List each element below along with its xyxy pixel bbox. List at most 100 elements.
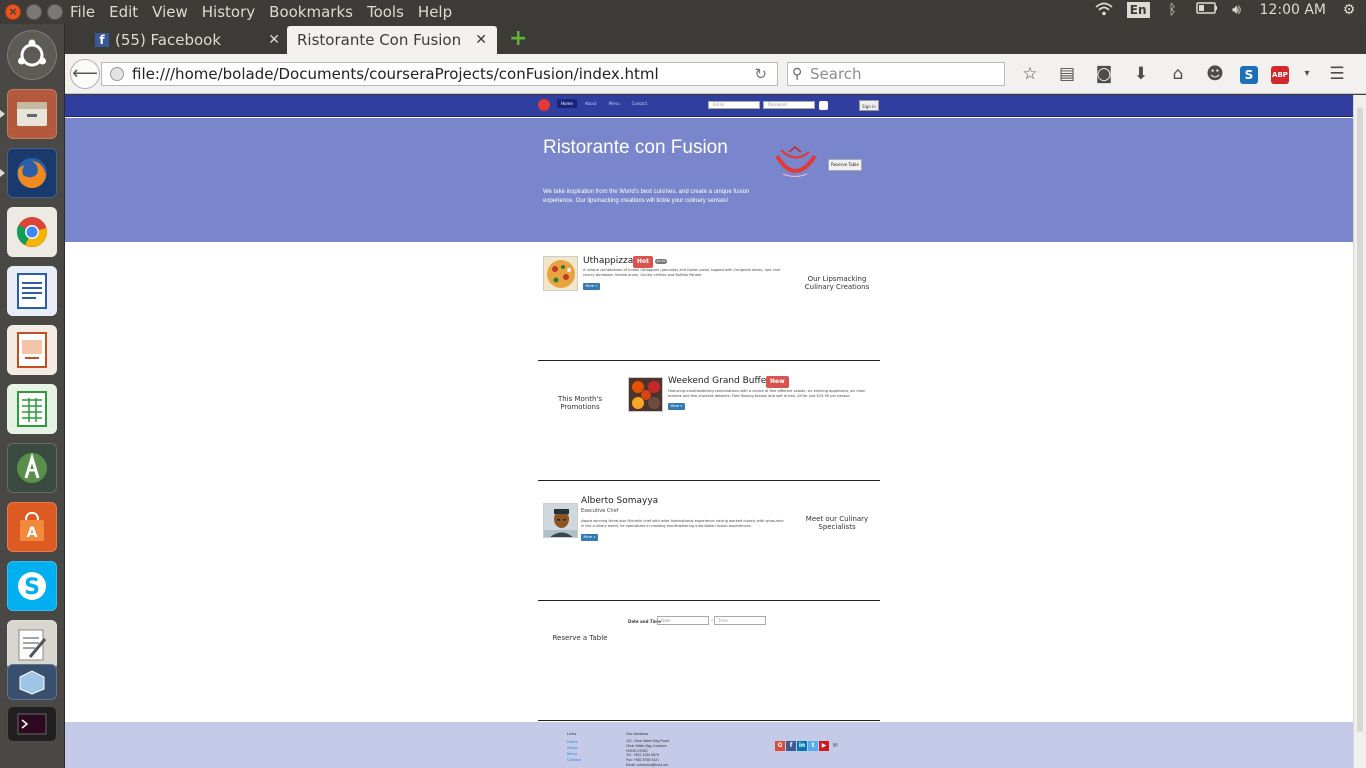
site-logo[interactable]: [538, 99, 550, 111]
footer-links-heading: Links: [567, 731, 577, 736]
clock[interactable]: 12:00 AM: [1260, 2, 1326, 18]
gear-icon[interactable]: ⚙: [1340, 2, 1358, 18]
nav-contact-link[interactable]: Contact: [628, 99, 652, 108]
tab-facebook[interactable]: f (55) Facebook ✕: [85, 26, 290, 54]
reload-icon[interactable]: ↻: [754, 63, 767, 85]
url-bar[interactable]: file:///home/bolade/Documents/courseraPr…: [101, 62, 778, 86]
reserve-table-button[interactable]: Reserve Table: [828, 159, 862, 171]
jumbotron: Ristorante con Fusion We take inspiratio…: [65, 118, 1353, 242]
hamburger-menu-icon[interactable]: ☰: [1325, 63, 1349, 85]
home-icon[interactable]: ⌂: [1166, 63, 1190, 85]
volume-icon[interactable]: 🔊︎: [1228, 2, 1246, 18]
footer-address-heading: Our Address: [626, 731, 649, 736]
leader-name: Alberto Somayya: [581, 496, 659, 506]
calc-icon[interactable]: [7, 384, 57, 434]
keyboard-layout-indicator[interactable]: En: [1126, 2, 1150, 18]
site-navbar: Home About Menu Contact Email Password S…: [65, 95, 1353, 117]
hot-badge: Hot: [633, 256, 654, 268]
firefox-icon[interactable]: [0, 148, 57, 198]
linkedin-icon[interactable]: in: [797, 741, 807, 751]
dish-more-button[interactable]: More »: [583, 283, 600, 290]
dish-section-heading: Our Lipsmacking Culinary Creations: [804, 275, 870, 291]
menu-file[interactable]: File: [70, 3, 95, 21]
facebook-icon[interactable]: f: [786, 741, 796, 751]
time-field[interactable]: Time: [714, 616, 766, 625]
back-arrow-icon[interactable]: ⟵: [70, 59, 100, 89]
software-center-icon[interactable]: A: [7, 502, 57, 552]
close-tab-icon[interactable]: ✕: [268, 32, 280, 48]
text-editor-icon[interactable]: [7, 620, 57, 670]
menu-help[interactable]: Help: [418, 3, 452, 21]
scrollbar-thumb[interactable]: [1357, 107, 1363, 732]
twitter-icon[interactable]: t: [808, 741, 818, 751]
menu-edit[interactable]: Edit: [109, 3, 138, 21]
leader-role: Executive Chef: [581, 508, 619, 514]
virtualbox-icon[interactable]: [7, 664, 57, 700]
leader-section-heading: Meet our Culinary Specialists: [805, 515, 869, 531]
chrome-icon[interactable]: [7, 207, 57, 257]
window-close-icon[interactable]: ×: [5, 4, 21, 20]
browser-navbar: ⟵ file:///home/bolade/Documents/coursera…: [65, 54, 1366, 94]
files-icon[interactable]: [0, 89, 57, 139]
youtube-icon[interactable]: ▶: [819, 741, 829, 751]
nav-about-link[interactable]: About: [581, 99, 601, 108]
close-tab-icon[interactable]: ✕: [475, 32, 487, 48]
signin-button[interactable]: Sign in: [859, 100, 879, 111]
menu-tools[interactable]: Tools: [367, 3, 404, 21]
dish-description: A unique combination of Indian Uthappam …: [583, 268, 781, 277]
menu-view[interactable]: View: [152, 3, 188, 21]
menu-history[interactable]: History: [202, 3, 255, 21]
chevron-down-icon[interactable]: ▾: [1302, 63, 1312, 85]
footer-link-contact[interactable]: Contact: [567, 757, 581, 763]
section-divider: [538, 720, 880, 721]
app-menubar: File Edit View History Bookmarks Tools H…: [70, 3, 452, 21]
battery-icon[interactable]: [1195, 2, 1217, 18]
globe-icon: [110, 67, 124, 81]
facebook-favicon-icon: f: [95, 33, 109, 47]
wifi-icon[interactable]: [1095, 2, 1113, 18]
adblock-icon[interactable]: ABP: [1271, 66, 1289, 84]
android-studio-icon[interactable]: [7, 443, 57, 493]
reserve-section-heading: Reserve a Table: [552, 634, 608, 642]
buffet-image: [628, 377, 663, 412]
email-field[interactable]: Email: [708, 101, 760, 109]
pocket-icon[interactable]: ◙: [1092, 63, 1116, 85]
uthappizza-image: [543, 256, 578, 291]
jumbotron-title: Ristorante con Fusion: [543, 137, 728, 158]
new-badge: New: [766, 376, 789, 388]
svg-text:S: S: [24, 575, 40, 600]
writer-icon[interactable]: [7, 266, 57, 316]
url-text: file:///home/bolade/Documents/courseraPr…: [132, 65, 659, 83]
jumbotron-text: We take inspiration from the World's bes…: [543, 189, 750, 204]
hello-chat-icon[interactable]: ☻: [1203, 63, 1227, 85]
google-plus-icon[interactable]: G: [775, 741, 785, 751]
nav-home-link[interactable]: Home: [557, 99, 577, 108]
promo-description: Featuring mouthwatering combinations wit…: [668, 389, 866, 398]
footer-address: Our Address 121, Clear Water Bay Road Cl…: [626, 731, 669, 768]
nav-menu-link[interactable]: Menu: [605, 99, 624, 108]
leader-description: Award winning three-star Michelin chef w…: [581, 519, 784, 528]
new-tab-plus-icon[interactable]: +: [509, 28, 527, 50]
search-input[interactable]: ⚲ Search: [787, 62, 1005, 86]
skype-icon[interactable]: S: [7, 561, 57, 611]
date-field[interactable]: Date: [657, 616, 709, 625]
tab-label: Ristorante Con Fusion: [297, 31, 462, 49]
remember-checkbox[interactable]: [819, 101, 828, 110]
menu-bookmarks[interactable]: Bookmarks: [269, 3, 353, 21]
download-icon[interactable]: ⬇: [1129, 63, 1153, 85]
leader-more-button[interactable]: More »: [581, 534, 598, 541]
bookmark-star-icon[interactable]: ☆: [1018, 63, 1042, 85]
dash-icon[interactable]: [7, 30, 57, 80]
promo-more-button[interactable]: More »: [668, 403, 685, 410]
tab-ristorante[interactable]: Ristorante Con Fusion ✕: [287, 26, 497, 54]
page-scrollbar[interactable]: [1353, 95, 1366, 768]
skype-extension-icon[interactable]: S: [1240, 66, 1258, 84]
window-minimize-icon[interactable]: [26, 4, 42, 20]
impress-icon[interactable]: [7, 325, 57, 375]
reading-list-icon[interactable]: ▤: [1055, 63, 1079, 85]
password-field[interactable]: Password: [763, 101, 815, 109]
terminal-icon[interactable]: [7, 706, 57, 742]
bluetooth-icon[interactable]: ᛒ: [1164, 2, 1182, 18]
window-maximize-icon[interactable]: [47, 4, 63, 20]
mail-icon[interactable]: ✉: [830, 741, 840, 751]
